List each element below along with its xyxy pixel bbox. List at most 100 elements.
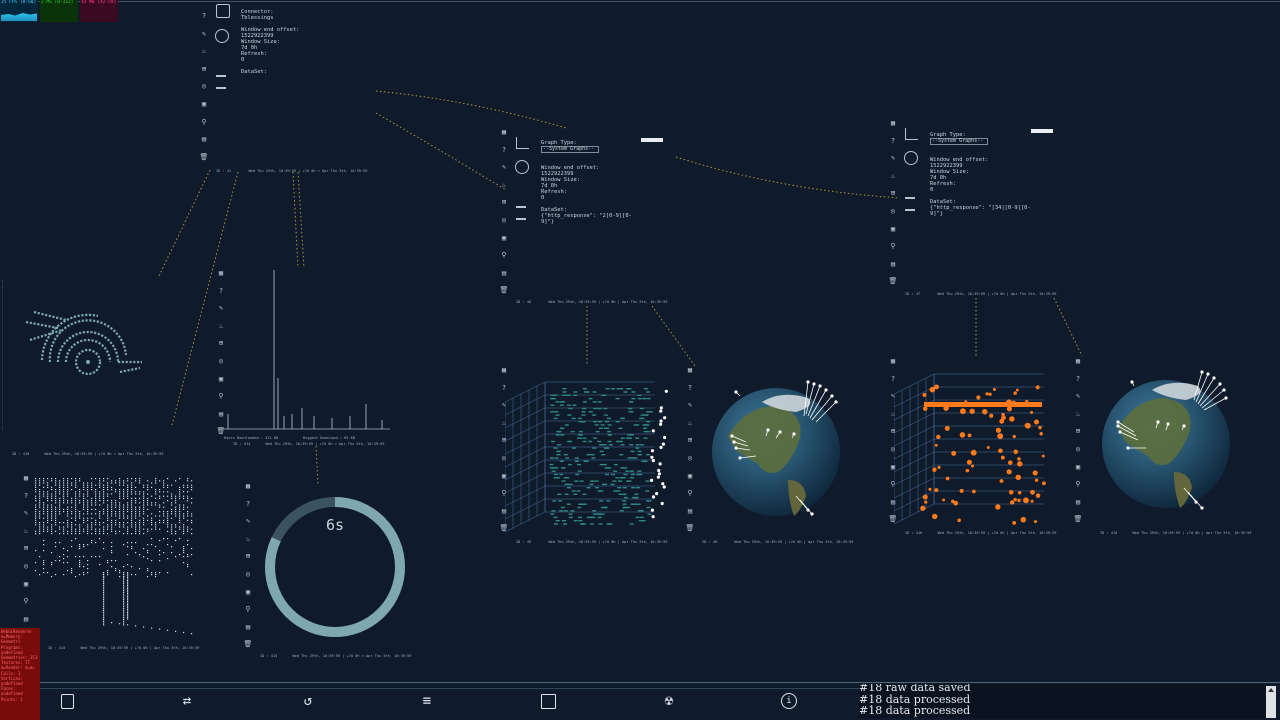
document-icon[interactable]: ▤ xyxy=(500,269,509,278)
report-icon[interactable]: ▦ xyxy=(22,474,31,483)
fire-icon[interactable]: ♨ xyxy=(244,535,253,544)
grid-icon[interactable]: ⊞ xyxy=(1074,427,1083,436)
lines-icon xyxy=(516,206,526,220)
fire-icon[interactable]: ♨ xyxy=(1074,410,1083,419)
image-icon[interactable]: ▣ xyxy=(500,234,509,243)
report-icon[interactable]: ▦ xyxy=(686,366,695,375)
grid-icon[interactable]: ⊞ xyxy=(889,189,898,198)
fire-icon[interactable]: ♨ xyxy=(22,527,31,536)
image-icon[interactable]: ▣ xyxy=(1074,463,1083,472)
save-icon[interactable] xyxy=(539,692,557,710)
document-icon[interactable]: ▤ xyxy=(1074,498,1083,507)
image-icon[interactable]: ▣ xyxy=(200,100,209,109)
fire-icon[interactable]: ♨ xyxy=(500,181,509,190)
fire-icon[interactable]: ♨ xyxy=(686,419,695,428)
info-icon[interactable]: i xyxy=(780,692,798,710)
target-icon[interactable]: ◎ xyxy=(22,562,31,571)
trash-icon[interactable]: 🗑 xyxy=(200,153,209,162)
help-icon[interactable]: ? xyxy=(200,12,209,21)
download-histogram xyxy=(224,270,390,430)
search-icon[interactable]: ⚲ xyxy=(686,489,695,498)
target-icon[interactable]: ◎ xyxy=(244,570,253,579)
toolbar-ring: ▦ ? ✎ ♨ ⊞ ◎ ▣ ⚲ ▤ 🗑 xyxy=(242,482,254,658)
eye-footer: ID : 410 Wed Thu 29th, 10:39:59 | +7d 0h… xyxy=(12,452,164,456)
target-icon[interactable]: ◎ xyxy=(200,82,209,91)
search-icon[interactable]: ⚲ xyxy=(1074,480,1083,489)
trash-icon[interactable]: 🗑 xyxy=(500,286,509,295)
image-icon[interactable]: ▣ xyxy=(889,225,898,234)
edit-icon[interactable]: ✎ xyxy=(500,163,509,172)
trash-icon[interactable]: 🗑 xyxy=(244,640,253,649)
edit-icon[interactable]: ✎ xyxy=(200,30,209,39)
globe-a-footer: ID : 49 Wed Thu 29th, 10:39:59 | +7d 0h … xyxy=(702,540,854,544)
bottom-bar-line-2 xyxy=(0,688,859,689)
grid-b-footer: ID : 416 Wed Thu 29th, 10:39:59 | +7d 0h… xyxy=(905,531,1057,535)
grid-icon[interactable]: ⊞ xyxy=(22,544,31,553)
panel-right-tag xyxy=(1031,129,1053,133)
reload-icon[interactable]: ↺ xyxy=(299,692,317,710)
search-icon[interactable]: ⚲ xyxy=(200,118,209,127)
document-icon[interactable]: ▤ xyxy=(686,507,695,516)
refresh-value: 0 xyxy=(541,195,545,201)
trash-icon[interactable]: 🗑 xyxy=(889,277,898,286)
grid-icon[interactable]: ⊞ xyxy=(200,65,209,74)
document-icon[interactable]: ▤ xyxy=(889,260,898,269)
console-scrollbar[interactable] xyxy=(1266,686,1276,718)
edit-icon[interactable]: ✎ xyxy=(22,509,31,518)
target-icon[interactable]: ◎ xyxy=(889,207,898,216)
help-icon[interactable]: ? xyxy=(500,146,509,155)
panel-top-details: Connector: Tblessings Window end offset:… xyxy=(241,3,299,75)
report-icon[interactable]: ▦ xyxy=(1074,357,1083,366)
debug-line: Programs: undefined xyxy=(1,644,23,655)
grid-icon[interactable]: ⊞ xyxy=(244,552,253,561)
renderer-debug-panel: WebGLRenderer m=Memory: Geometri Program… xyxy=(0,628,40,720)
grid-3d-a xyxy=(505,381,668,533)
panel-mid-tag xyxy=(641,138,663,142)
grid-icon[interactable]: ⊞ xyxy=(686,436,695,445)
console-log[interactable]: #18 raw data saved #18 data processed #1… xyxy=(859,684,1266,718)
edit-icon[interactable]: ✎ xyxy=(889,154,898,163)
fire-icon[interactable]: ♨ xyxy=(889,172,898,181)
image-icon[interactable]: ▣ xyxy=(22,580,31,589)
search-icon[interactable]: ⚲ xyxy=(500,251,509,260)
help-icon[interactable]: ? xyxy=(889,137,898,146)
trash-icon[interactable]: 🗑 xyxy=(1074,515,1083,524)
document-icon[interactable]: ▤ xyxy=(244,623,253,632)
clock-icon xyxy=(515,160,529,174)
image-icon[interactable]: ▣ xyxy=(686,472,695,481)
search-icon[interactable]: ⚲ xyxy=(244,605,253,614)
trash-icon[interactable]: 🗑 xyxy=(686,524,695,533)
target-icon[interactable]: ◎ xyxy=(1074,445,1083,454)
report-icon[interactable]: ▦ xyxy=(889,357,898,366)
document-icon[interactable]: ▤ xyxy=(200,135,209,144)
help-icon[interactable]: ? xyxy=(1074,375,1083,384)
report-icon[interactable] xyxy=(58,692,76,710)
help-icon[interactable]: ? xyxy=(686,384,695,393)
target-icon[interactable]: ◎ xyxy=(500,216,509,225)
edit-icon[interactable]: ✎ xyxy=(1074,392,1083,401)
sync-icon[interactable]: ⇄ xyxy=(178,692,196,710)
search-icon[interactable]: ⚲ xyxy=(889,242,898,251)
debug-line: Points: 1 xyxy=(1,696,23,702)
search-icon[interactable]: ⚲ xyxy=(22,597,31,606)
graph-type-select[interactable]: --System Graphs-- xyxy=(541,146,600,153)
grid-icon[interactable]: ⊞ xyxy=(500,198,509,207)
help-icon[interactable]: ? xyxy=(244,500,253,509)
help-icon[interactable]: ? xyxy=(22,492,31,501)
dataset-value: {"http_response": "2[0-9][0- 9]"} xyxy=(541,213,632,225)
panel-top-footer: ID : 41 Wed Thu 29th, 10:39:59 | +7d 0h … xyxy=(216,169,368,173)
edit-icon[interactable]: ✎ xyxy=(244,517,253,526)
fire-icon[interactable]: ♨ xyxy=(200,47,209,56)
target-icon[interactable]: ◎ xyxy=(686,454,695,463)
report-icon[interactable]: ▦ xyxy=(889,119,898,128)
report-icon[interactable]: ▦ xyxy=(244,482,253,491)
report-icon[interactable]: ▦ xyxy=(500,128,509,137)
image-icon[interactable]: ▣ xyxy=(244,588,253,597)
grid-3d-b xyxy=(894,373,1046,525)
graph-type-select[interactable]: --System Graphs-- xyxy=(930,138,989,145)
list-icon[interactable]: ≡ xyxy=(418,692,436,710)
radiation-icon[interactable]: ☢ xyxy=(660,692,678,710)
document-icon[interactable]: ▤ xyxy=(22,615,31,624)
edit-icon[interactable]: ✎ xyxy=(686,401,695,410)
report-icon[interactable]: ▦ xyxy=(500,366,509,375)
